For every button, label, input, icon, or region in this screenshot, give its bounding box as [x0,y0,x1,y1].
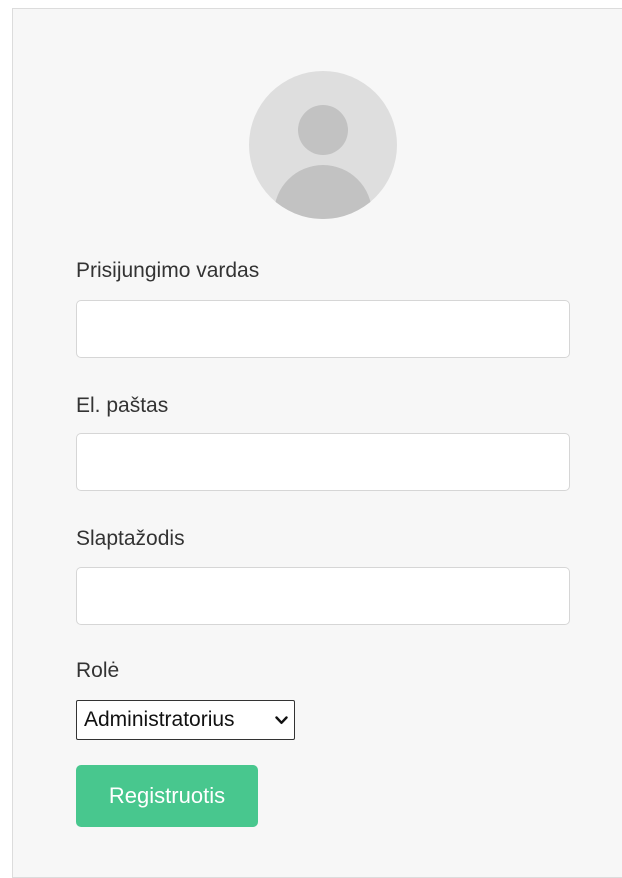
password-label: Slaptažodis [76,527,185,550]
avatar-body [274,165,372,219]
username-label: Prisijungimo vardas [76,259,260,282]
register-button[interactable]: Registruotis [76,765,258,827]
email-label: El. paštas [76,394,169,417]
chevron-down-icon [274,713,288,727]
user-avatar-icon [249,71,397,219]
role-select-value: Administratorius [84,708,235,731]
email-input[interactable] [76,433,570,491]
role-select[interactable]: Administratorius [76,700,295,740]
password-input[interactable] [76,567,570,625]
role-label: Rolė [76,659,120,682]
avatar-head [298,105,348,155]
username-input[interactable] [76,300,570,358]
registration-card: Prisijungimo vardas El. paštas Slaptažod… [12,8,622,878]
